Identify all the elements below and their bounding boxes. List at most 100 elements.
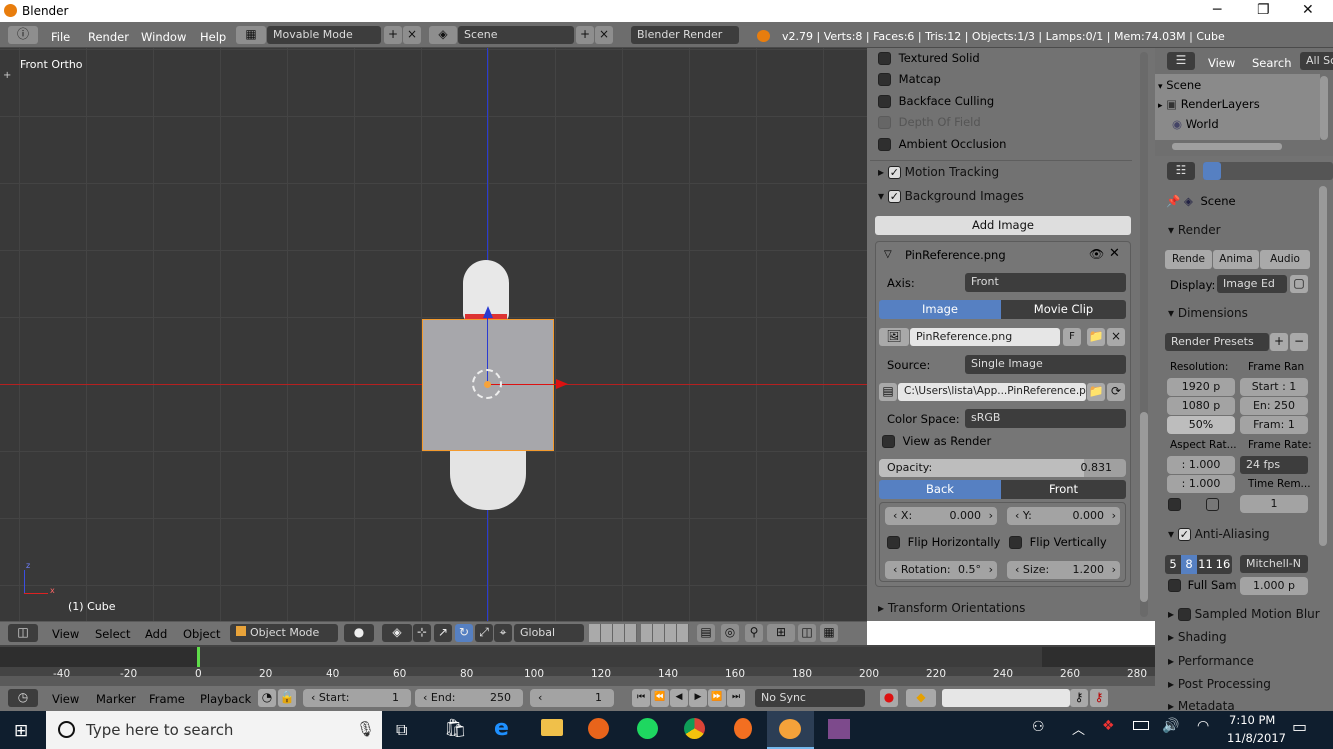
translate-icon[interactable]: ↗	[434, 624, 452, 642]
transform-orientation-dropdown[interactable]: Global	[514, 624, 584, 642]
battery-icon[interactable]	[1133, 721, 1149, 730]
people-icon[interactable]: ⚇	[1032, 719, 1045, 735]
manipulator-toggle-icon[interactable]: ⊹	[413, 624, 431, 642]
collapse-icon[interactable]: ▽	[884, 249, 892, 260]
delete-keyframe-icon[interactable]: ⚷	[1090, 689, 1108, 707]
clock-date[interactable]: 11/8/2017	[1227, 731, 1286, 745]
viewport-editor-icon[interactable]: ◫	[8, 624, 38, 642]
timeline-editor-icon[interactable]: ◷	[8, 689, 38, 707]
play-reverse-icon[interactable]: ◀	[670, 689, 688, 707]
performance-header[interactable]: ▸ Performance	[1168, 654, 1254, 668]
opengl-animation-icon[interactable]: ▦	[820, 624, 838, 642]
animation-button[interactable]: Anima	[1213, 250, 1259, 269]
image-file-field[interactable]: PinReference.png	[910, 328, 1060, 346]
jump-start-icon[interactable]: ⏮	[632, 689, 650, 707]
display-dropdown[interactable]: Image Ed	[1217, 275, 1287, 293]
image-path-field[interactable]: C:\Users\lista\App...PinReference.png	[898, 383, 1086, 401]
manipulator-icon[interactable]: ⌖	[494, 624, 512, 642]
outliner-vscrollbar[interactable]	[1320, 76, 1328, 140]
edge-icon[interactable]: e	[494, 716, 509, 741]
add-image-button[interactable]: Add Image	[875, 216, 1131, 235]
viewport-menu-view[interactable]: View	[52, 627, 79, 641]
tab-image[interactable]: Image	[879, 300, 1001, 319]
minimize-button[interactable]: ─	[1213, 2, 1221, 18]
layout-icon[interactable]: ▦	[236, 26, 266, 44]
layout-selector[interactable]: Movable Mode	[267, 26, 381, 44]
depth-front-toggle[interactable]: Front	[1001, 480, 1126, 499]
sync-dropdown[interactable]: No Sync	[755, 689, 865, 707]
viewport-menu-select[interactable]: Select	[95, 627, 130, 641]
display-option-2[interactable]: Backface Culling	[878, 94, 994, 108]
winrar-icon[interactable]	[828, 719, 850, 739]
jump-keyframe-forward-icon[interactable]: ⏩	[708, 689, 726, 707]
display-option-0[interactable]: Textured Solid	[878, 51, 980, 65]
orange-app-icon[interactable]	[734, 718, 752, 739]
record-icon[interactable]: ●	[880, 689, 898, 707]
task-view-icon[interactable]: ⧉	[396, 720, 407, 740]
image-browse-icon[interactable]: 🖼	[879, 328, 909, 346]
frame-rate-dropdown[interactable]: 24 fps	[1240, 456, 1308, 474]
border-checkbox[interactable]	[1168, 498, 1181, 511]
info-editor-type-icon[interactable]: ⓘ	[8, 26, 38, 44]
post-processing-header[interactable]: ▸ Post Processing	[1168, 677, 1271, 691]
pivot-point-icon[interactable]: ◈	[382, 624, 412, 642]
mode-dropdown[interactable]: Object Mode	[230, 624, 338, 642]
browse-path-icon[interactable]: 📁	[1087, 383, 1105, 401]
wifi-icon[interactable]: ◠	[1197, 718, 1209, 734]
toolshelf-toggle-icon[interactable]: +	[3, 70, 11, 81]
crop-checkbox[interactable]	[1206, 498, 1219, 511]
timeline-menu-frame[interactable]: Frame	[149, 692, 185, 706]
play-icon[interactable]: ▶	[689, 689, 707, 707]
menu-help[interactable]: Help	[200, 30, 226, 44]
outliner-hscrollbar[interactable]	[1172, 143, 1282, 150]
render-button[interactable]: Rende	[1165, 250, 1212, 269]
source-dropdown[interactable]: Single Image	[965, 355, 1126, 374]
aa-samples-8[interactable]: 8	[1181, 555, 1197, 574]
flip-vertically-checkbox[interactable]: Flip Vertically	[1009, 535, 1107, 549]
lock-layer-icon[interactable]: ▤	[697, 624, 715, 642]
chrome-icon[interactable]	[684, 718, 705, 739]
shading-header[interactable]: ▸ Shading	[1168, 630, 1227, 644]
3d-viewport[interactable]: Front Ortho + z x (1) Cube	[0, 48, 867, 621]
x-arrow-icon[interactable]	[556, 379, 568, 389]
outliner-search-menu[interactable]: Search	[1252, 56, 1292, 70]
opacity-slider[interactable]: Opacity: 0.831	[879, 459, 1126, 477]
menu-window[interactable]: Window	[141, 30, 186, 44]
menu-file[interactable]: File	[51, 30, 70, 44]
display-option-1[interactable]: Matcap	[878, 72, 941, 86]
properties-scrollbar[interactable]	[1319, 186, 1327, 546]
rotation-field[interactable]: ‹ Rotation: 0.5° ›	[885, 561, 997, 579]
outliner-editor-icon[interactable]: ☰	[1167, 52, 1195, 70]
anti-aliasing-header[interactable]: ▾ ✓ Anti-Aliasing	[1168, 527, 1270, 541]
properties-context-tabs[interactable]	[1203, 162, 1333, 180]
tray-chevron-icon[interactable]: ︿	[1072, 719, 1085, 738]
jump-end-icon[interactable]: ⏭	[727, 689, 745, 707]
motion-blur-header[interactable]: ▸ Sampled Motion Blur	[1168, 607, 1320, 621]
preview-range-icon[interactable]: ◔	[258, 689, 276, 707]
rotate-icon[interactable]: ↻	[455, 624, 473, 642]
tray-app-icon[interactable]: ❖	[1102, 718, 1115, 734]
file-explorer-icon[interactable]	[541, 719, 563, 736]
close-button[interactable]: ✕	[1302, 2, 1314, 18]
display-option-4[interactable]: Ambient Occlusion	[878, 137, 1006, 151]
store-icon[interactable]: 🛍	[444, 718, 467, 739]
color-space-dropdown[interactable]: sRGB	[965, 409, 1126, 428]
volume-icon[interactable]: 🔊	[1162, 718, 1179, 734]
resolution-y-field[interactable]: 1080 p	[1167, 397, 1235, 415]
outliner-item-renderlayers[interactable]: ▸ ▣ RenderLayers	[1158, 97, 1260, 111]
lock-interface-icon[interactable]: ▢	[1290, 275, 1308, 293]
lock-range-icon[interactable]: 🔒	[278, 689, 296, 707]
z-arrow-icon[interactable]	[483, 306, 493, 318]
aa-samples-16[interactable]: 16	[1214, 555, 1232, 574]
layer-buttons-2[interactable]	[641, 624, 689, 642]
layer-buttons-1[interactable]	[589, 624, 637, 642]
size-field[interactable]: ‹ Size: 1.200 ›	[1007, 561, 1120, 579]
keying-set-field[interactable]	[942, 689, 1070, 707]
audio-button[interactable]: Audio	[1260, 250, 1310, 269]
fake-user-toggle[interactable]: F	[1063, 328, 1081, 346]
aspect-x-field[interactable]: : 1.000	[1167, 456, 1235, 474]
blender-taskbar-icon[interactable]	[779, 719, 801, 739]
eye-icon[interactable]: 👁	[1089, 247, 1104, 261]
notifications-icon[interactable]: ▭	[1292, 717, 1307, 736]
frame-end-field[interactable]: En: 250	[1240, 397, 1308, 415]
